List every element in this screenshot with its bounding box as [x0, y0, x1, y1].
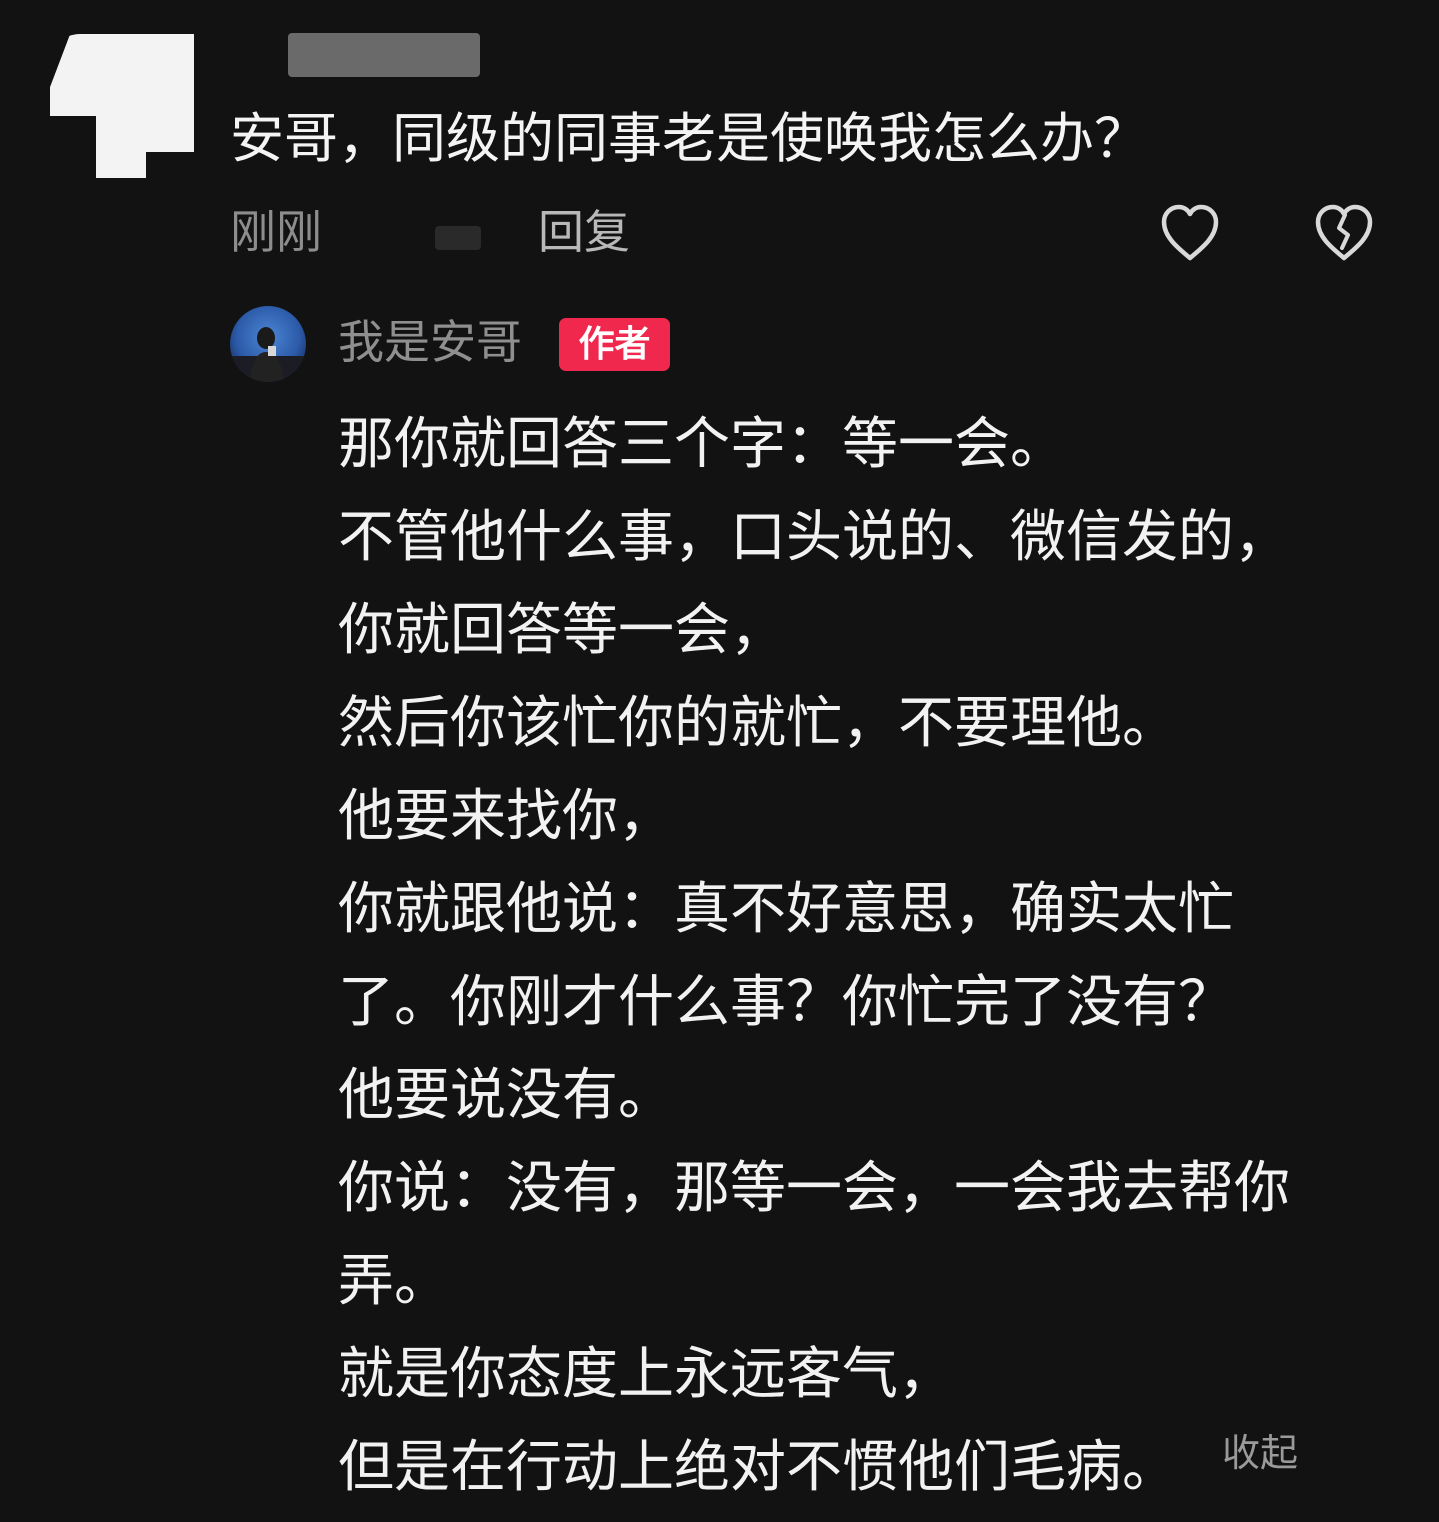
reply-line: 他要说没有。 — [338, 1063, 674, 1128]
reply-line: 他要来找你， — [338, 784, 674, 849]
reply-line: 不管他什么事，口头说的、微信发的， — [338, 505, 1290, 570]
reply-line: 你就跟他说：真不好意思，确实太忙 — [338, 877, 1234, 942]
author-avatar-image — [230, 306, 306, 382]
collapse-button[interactable]: 收起 — [1222, 1428, 1298, 1478]
avatar-redaction-gap — [48, 116, 96, 152]
reply-text: 那你就回答三个字：等一会。 不管他什么事，口头说的、微信发的， 你就回答等一会，… — [338, 398, 1338, 1514]
reply-line: 那你就回答三个字：等一会。 — [338, 412, 1066, 477]
comment-text: 安哥，同级的同事老是使唤我怎么办？ — [230, 107, 1148, 170]
author-badge: 作者 — [559, 318, 670, 371]
commenter-name-redacted — [288, 33, 480, 77]
comment-thread: 安哥，同级的同事老是使唤我怎么办？ 刚刚 回复 我是安哥 作者 那你就回答三个字… — [0, 0, 1439, 1522]
author-name[interactable]: 我是安哥 — [338, 312, 522, 372]
location-redacted — [435, 226, 481, 250]
avatar-redaction-block — [96, 122, 146, 178]
comment-time: 刚刚 — [230, 205, 322, 259]
author-avatar[interactable] — [230, 306, 306, 382]
reply-line: 然后你该忙你的就忙，不要理他。 — [338, 691, 1178, 756]
reply-line: 了。你刚才什么事？你忙完了没有？ — [338, 970, 1234, 1035]
broken-heart-icon[interactable] — [1312, 202, 1376, 264]
reply-line: 你就回答等一会， — [338, 598, 786, 663]
reply-line: 弄。 — [338, 1249, 450, 1314]
reply-button[interactable]: 回复 — [538, 204, 630, 260]
heart-outline-icon[interactable] — [1158, 202, 1222, 264]
comment-meta-row: 刚刚 回复 — [230, 200, 1390, 266]
reply-line: 但是在行动上绝对不惯他们毛病。 — [338, 1435, 1178, 1500]
commenter-avatar[interactable] — [44, 22, 194, 180]
reply-line: 就是你态度上永远客气， — [338, 1342, 954, 1407]
reply-line: 你说：没有，那等一会，一会我去帮你 — [338, 1156, 1290, 1221]
